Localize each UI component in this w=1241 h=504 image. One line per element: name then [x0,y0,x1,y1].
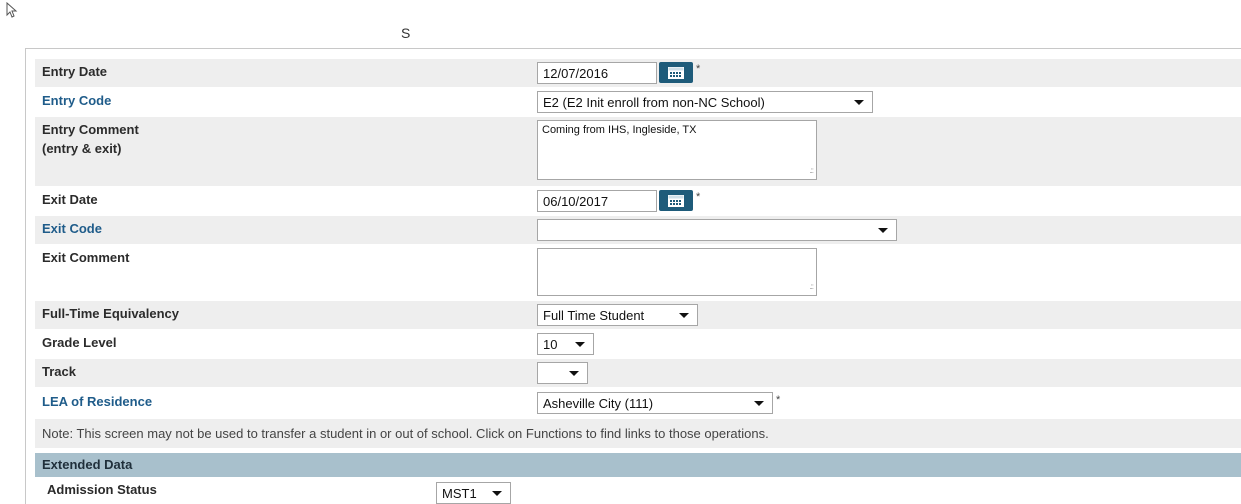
page-header-text: S [401,25,411,41]
grade-level-label: Grade Level [42,335,117,350]
extended-data-header: Extended Data [35,453,1241,477]
fte-label: Full-Time Equivalency [42,306,180,321]
fte-row: Full-Time Equivalency Full Time Student [35,301,1241,329]
chevron-down-icon [575,342,585,347]
admission-status-value: MST1 [442,486,477,501]
entry-date-calendar-button[interactable] [659,62,693,83]
entry-comment-value: Coming from IHS, Ingleside, TX [542,124,697,136]
mouse-cursor-icon [6,2,18,18]
chevron-down-icon [492,491,502,496]
exit-comment-label: Exit Comment [42,250,130,265]
calendar-icon [668,194,684,207]
chevron-down-icon [854,100,864,105]
resize-grip-icon[interactable]: .:: [809,280,814,293]
extended-data-title: Extended Data [42,457,133,472]
exit-comment-row: Exit Comment .:: [35,245,1241,300]
entry-date-input[interactable]: 12/07/2016 [537,62,657,84]
fte-value: Full Time Student [543,308,645,323]
entry-comment-sublabel: (entry & exit) [42,141,122,156]
fte-select[interactable]: Full Time Student [537,304,698,326]
entry-date-required-mark: * [696,63,701,75]
entry-code-select[interactable]: E2 (E2 Init enroll from non-NC School) [537,91,873,113]
exit-date-label: Exit Date [42,192,98,207]
chevron-down-icon [878,228,888,233]
chevron-down-icon [679,313,689,318]
exit-date-required-mark: * [696,191,701,203]
entry-comment-row: Entry Comment (entry & exit) Coming from… [35,117,1241,186]
lea-of-residence-value: Asheville City (111) [543,396,654,411]
calendar-icon [668,66,684,79]
grade-level-row: Grade Level 10 [35,330,1241,358]
entry-code-row: Entry Code E2 (E2 Init enroll from non-N… [35,88,1241,116]
lea-of-residence-row: LEA of Residence Asheville City (111) * [35,388,1241,418]
admission-status-label: Admission Status [47,482,157,497]
exit-date-calendar-button[interactable] [659,190,693,211]
exit-comment-textarea[interactable]: .:: [537,248,817,296]
exit-date-row: Exit Date 06/10/2017 * [35,187,1241,215]
grade-level-value: 10 [543,337,558,352]
resize-grip-icon[interactable]: .:: [809,164,814,177]
chevron-down-icon [754,401,764,406]
entry-comment-label: Entry Comment [42,122,139,137]
exit-code-select[interactable] [537,219,897,241]
lea-of-residence-select[interactable]: Asheville City (111) [537,392,773,414]
lea-required-mark: * [776,394,781,406]
lea-of-residence-label[interactable]: LEA of Residence [42,394,152,410]
entry-code-value: E2 (E2 Init enroll from non-NC School) [543,95,765,110]
entry-date-row: Entry Date 12/07/2016 * [35,59,1241,87]
exit-code-row: Exit Code [35,216,1241,244]
transfer-note: Note: This screen may not be used to tra… [42,426,769,441]
entry-code-label[interactable]: Entry Code [42,93,111,109]
entry-date-label: Entry Date [42,64,108,79]
exit-date-input[interactable]: 06/10/2017 [537,190,657,212]
admission-status-select[interactable]: MST1 [436,482,511,504]
entry-comment-textarea[interactable]: Coming from IHS, Ingleside, TX .:: [537,120,817,180]
exit-code-label[interactable]: Exit Code [42,221,102,237]
track-select[interactable] [537,362,588,384]
grade-level-select[interactable]: 10 [537,333,594,355]
admission-status-row: Admission Status MST1 [35,478,1241,504]
track-row: Track [35,359,1241,387]
track-label: Track [42,364,76,379]
chevron-down-icon [569,371,579,376]
